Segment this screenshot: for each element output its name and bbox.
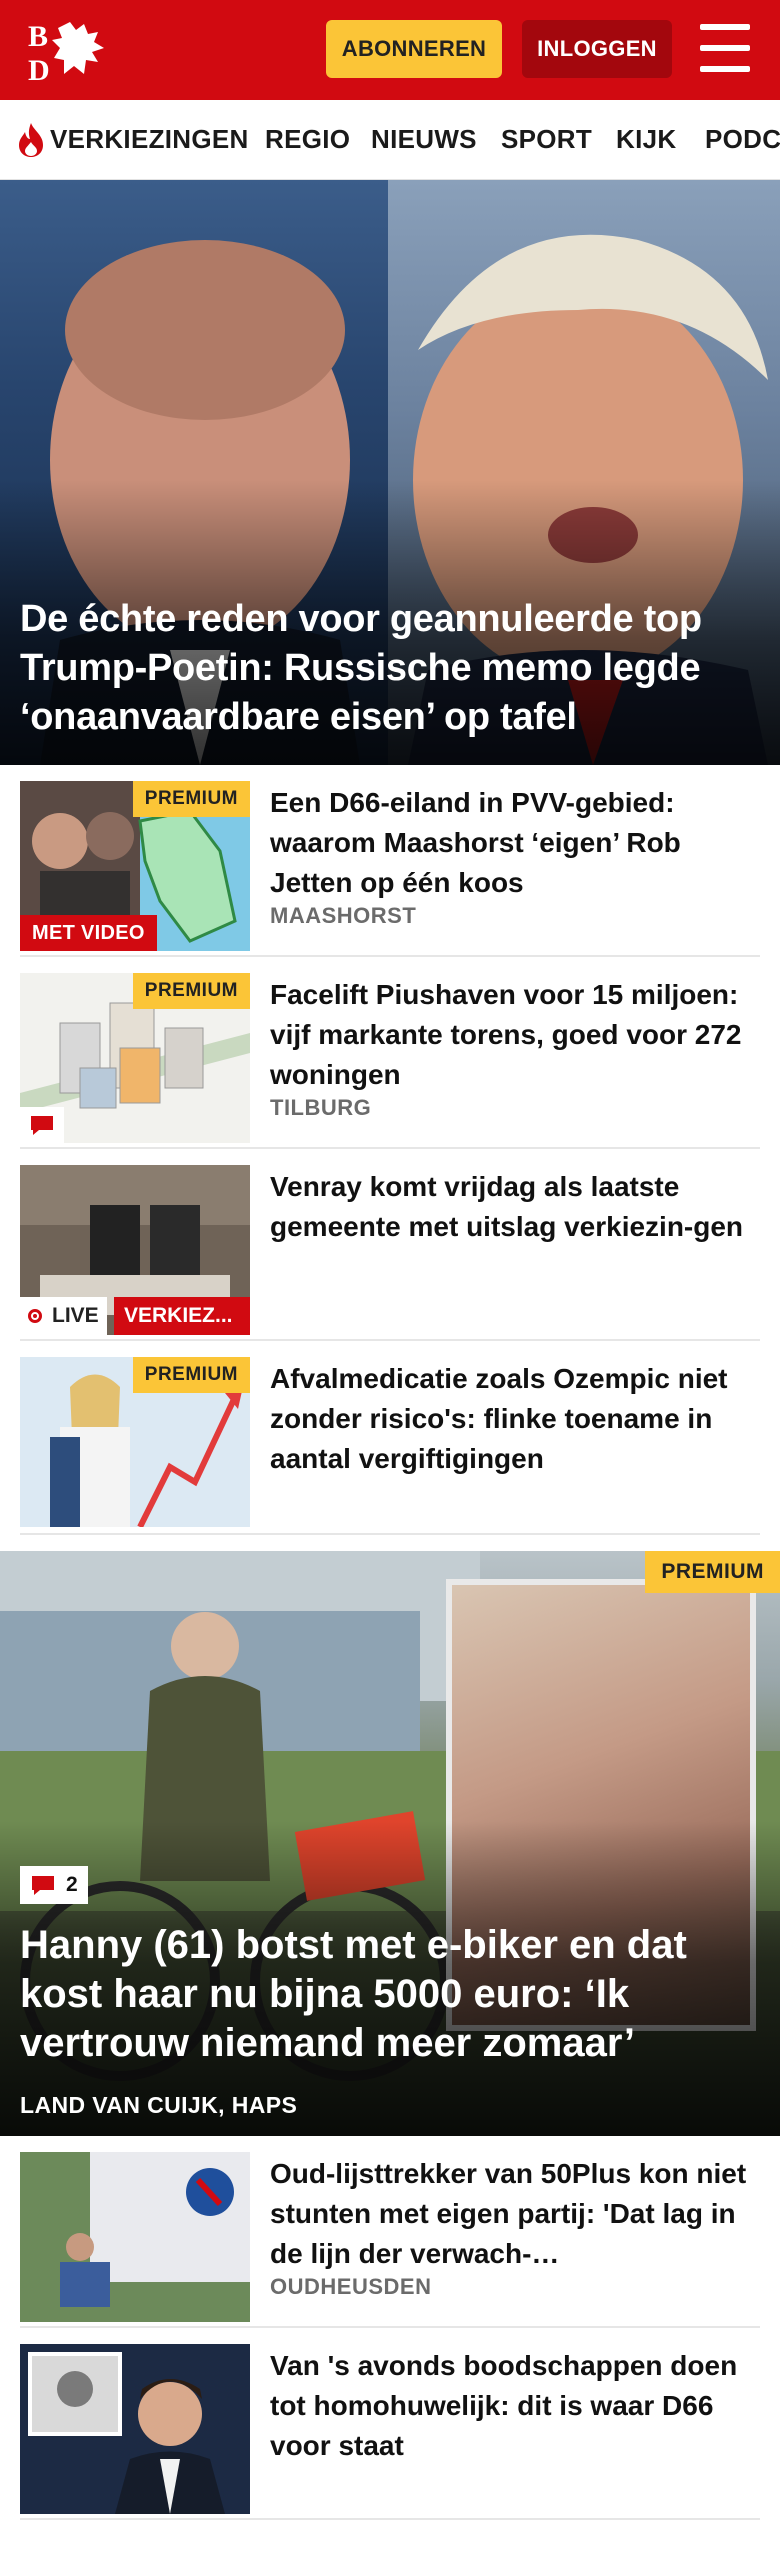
article-thumbnail <box>20 2152 250 2322</box>
list-item[interactable]: PREMIUM Facelift Piushaven voor 15 miljo… <box>20 957 760 1149</box>
premium-badge: PREMIUM <box>645 1551 780 1593</box>
comment-count[interactable]: 2 <box>20 1866 88 1904</box>
article-location: MAASHORST <box>270 903 417 928</box>
premium-badge: PREMIUM <box>132 781 250 817</box>
article-title[interactable]: Oud-lijsttrekker van 50Plus kon niet stu… <box>270 2154 760 2274</box>
featured-location: LAND VAN CUIJK, HAPS <box>20 2092 298 2118</box>
list-item[interactable]: Van 's avonds boodschappen doen tot homo… <box>20 2328 760 2520</box>
article-title[interactable]: Van 's avonds boodschappen doen tot homo… <box>270 2346 760 2466</box>
article-location: TILBURG <box>270 1095 372 1120</box>
comment-icon[interactable] <box>20 1107 64 1143</box>
article-location: OUDHEUSDEN <box>270 2274 432 2299</box>
premium-badge: PREMIUM <box>132 973 250 1009</box>
hamburger-menu-icon[interactable] <box>700 24 752 72</box>
article-title[interactable]: Afvalmedicatie zoals Ozempic niet zonder… <box>270 1359 760 1479</box>
article-title[interactable]: Facelift Piushaven voor 15 miljoen: vijf… <box>270 975 760 1095</box>
comment-icon <box>32 1876 54 1895</box>
article-title[interactable]: Een D66-eiland in PVV-gebied: waarom Maa… <box>270 783 760 903</box>
list-item[interactable]: PREMIUM MET VIDEO Een D66-eiland in PVV-… <box>20 765 760 957</box>
video-badge: MET VIDEO <box>20 915 157 951</box>
nav-item-regio[interactable]: REGIO <box>265 100 350 179</box>
live-label: LIVE <box>20 1297 107 1335</box>
nav-item-verkiezingen[interactable]: VERKIEZINGEN <box>50 100 249 179</box>
topic-tag[interactable]: VERKIEZ... <box>114 1297 250 1335</box>
nav-item-podcasts[interactable]: PODC <box>705 100 780 179</box>
nav-item-kijk[interactable]: KIJK <box>616 100 676 179</box>
hero-article[interactable]: De échte reden voor geannuleerde top Tru… <box>0 180 780 765</box>
hero-headline[interactable]: De échte reden voor geannuleerde top Tru… <box>20 595 765 742</box>
live-dot-icon <box>28 1309 42 1323</box>
comment-count-value: 2 <box>66 1873 78 1896</box>
login-button[interactable]: INLOGGEN <box>522 20 672 78</box>
svg-text:D: D <box>28 54 50 82</box>
article-thumbnail <box>20 2344 250 2514</box>
top-header: B D ABONNEREN INLOGGEN <box>0 0 780 100</box>
featured-article[interactable]: PREMIUM 2 Hanny (61) botst met e-biker e… <box>0 1551 780 2136</box>
premium-badge: PREMIUM <box>132 1357 250 1393</box>
article-thumbnail: PREMIUM <box>20 973 250 1143</box>
subscribe-button[interactable]: ABONNEREN <box>326 20 502 78</box>
featured-headline[interactable]: Hanny (61) botst met e-biker en dat kost… <box>20 1921 760 2068</box>
article-thumbnail: PREMIUM <box>20 1357 250 1527</box>
article-thumbnail: PREMIUM MET VIDEO <box>20 781 250 951</box>
section-nav: VERKIEZINGEN REGIO NIEUWS SPORT KIJK POD… <box>0 100 780 180</box>
article-title[interactable]: Venray komt vrijdag als laatste gemeente… <box>270 1167 760 1247</box>
bd-logo[interactable]: B D <box>28 18 112 87</box>
live-text: LIVE <box>52 1304 99 1327</box>
nav-item-sport[interactable]: SPORT <box>501 100 592 179</box>
bd-dragon-logo-icon: B D <box>28 20 104 87</box>
list-item[interactable]: Oud-lijsttrekker van 50Plus kon niet stu… <box>20 2136 760 2328</box>
nav-item-nieuws[interactable]: NIEUWS <box>371 100 477 179</box>
flame-icon <box>19 123 43 157</box>
list-item[interactable]: PREMIUM Afvalmedicatie zoals Ozempic nie… <box>20 1341 760 1535</box>
svg-text:B: B <box>28 20 48 53</box>
article-thumbnail: LIVE VERKIEZ... <box>20 1165 250 1335</box>
list-item[interactable]: LIVE VERKIEZ... Venray komt vrijdag als … <box>20 1149 760 1341</box>
